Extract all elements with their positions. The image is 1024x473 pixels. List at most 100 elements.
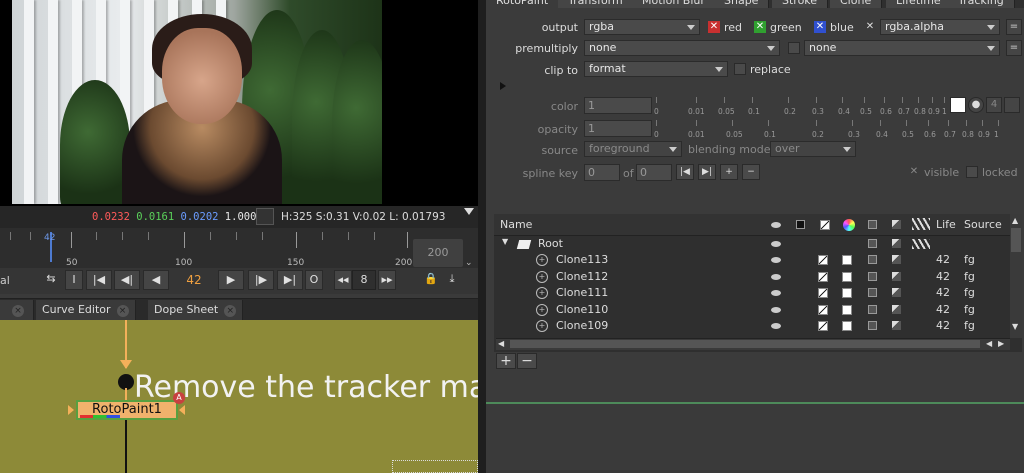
- prop-tab-transform[interactable]: Transform: [558, 0, 634, 8]
- clip-to-dropdown[interactable]: format: [584, 61, 728, 77]
- premultiply-dropdown[interactable]: none: [584, 40, 780, 56]
- timeline-range-dropdown[interactable]: al: [0, 274, 10, 287]
- blending-mode-dropdown[interactable]: over: [770, 141, 856, 157]
- delete-key-icon[interactable]: −: [742, 164, 760, 180]
- color-channels-button[interactable]: 4: [986, 97, 1002, 113]
- visibility-column-eye-icon[interactable]: [771, 222, 781, 228]
- overlay-icon[interactable]: [868, 304, 877, 314]
- eye-icon[interactable]: [771, 290, 781, 296]
- output-dropdown[interactable]: rgba: [584, 19, 700, 35]
- blend-icon[interactable]: [892, 271, 901, 281]
- tab-node-graph[interactable]: ×: [0, 300, 34, 320]
- close-icon[interactable]: ×: [116, 305, 129, 317]
- panel-divider[interactable]: [478, 0, 486, 473]
- overlay-icon[interactable]: [868, 239, 877, 248]
- opacity-slider[interactable]: 0 0.01 0.05 0.1 0.2 0.3 0.4 0.5 0.6 0.7 …: [654, 120, 1002, 142]
- spline-key-field[interactable]: 0: [584, 164, 620, 181]
- scroll-left-icon[interactable]: ◀: [986, 339, 992, 348]
- prop-tab-clone[interactable]: Clone: [830, 0, 883, 8]
- next-key-icon[interactable]: ▶|: [698, 164, 716, 180]
- color-swatch-icon[interactable]: [842, 271, 852, 282]
- invert-icon[interactable]: [818, 321, 828, 331]
- goto-end-button[interactable]: ▶|: [277, 270, 303, 290]
- source-dropdown[interactable]: foreground: [584, 141, 682, 157]
- goto-start-button[interactable]: |◀: [86, 270, 112, 290]
- step-forward-button[interactable]: ▸▸: [378, 270, 396, 290]
- color-wheel-button[interactable]: [1004, 97, 1020, 113]
- color-swatch-icon[interactable]: [842, 288, 852, 298]
- loop-icon[interactable]: ⇆: [40, 270, 62, 290]
- vertical-scroll-thumb[interactable]: [1011, 228, 1021, 252]
- eye-icon[interactable]: [771, 306, 781, 313]
- close-icon[interactable]: ×: [224, 305, 237, 317]
- remove-shape-button[interactable]: −: [517, 353, 537, 369]
- add-shape-button[interactable]: +: [496, 353, 516, 369]
- red-channel-checkbox[interactable]: ✕: [708, 21, 720, 33]
- expand-chevron-icon[interactable]: ⌄: [465, 258, 473, 268]
- prop-tab-motion-blur[interactable]: Motion Blur: [632, 0, 716, 8]
- scroll-down-icon[interactable]: ▼: [1012, 322, 1018, 331]
- blend-icon[interactable]: [892, 304, 901, 314]
- color-picker-icon[interactable]: ●: [968, 97, 984, 113]
- info-menu-arrow-icon[interactable]: [464, 208, 474, 215]
- premultiply-channel-dropdown[interactable]: none: [804, 40, 1000, 56]
- scroll-left-icon[interactable]: ◀: [498, 339, 504, 348]
- sticky-note-text[interactable]: Remove the tracker ma: [134, 370, 487, 405]
- collapse-triangle-icon[interactable]: ▼: [502, 237, 508, 246]
- step-back-button[interactable]: ◂◂: [334, 270, 352, 290]
- scroll-up-icon[interactable]: ▲: [1012, 216, 1018, 225]
- eye-icon[interactable]: [771, 273, 781, 280]
- opacity-field[interactable]: 1: [584, 120, 652, 137]
- link-button[interactable]: =: [1006, 19, 1022, 35]
- blend-icon[interactable]: [892, 255, 901, 264]
- prev-keyframe-button[interactable]: ◀|: [114, 270, 140, 290]
- close-icon[interactable]: ×: [12, 305, 24, 317]
- end-frame-field[interactable]: 200: [413, 239, 463, 267]
- table-row-root[interactable]: ▼ Root: [496, 237, 1008, 253]
- overlay-icon[interactable]: [868, 321, 877, 330]
- play-backward-button[interactable]: ◀: [143, 270, 169, 290]
- scroll-right-icon[interactable]: ▶: [998, 339, 1004, 348]
- prop-tab-stroke[interactable]: Stroke: [772, 0, 829, 8]
- overlay-icon[interactable]: [868, 288, 877, 297]
- prop-tab-tracking[interactable]: Tracking: [948, 0, 1015, 8]
- next-keyframe-button[interactable]: |▶: [248, 270, 274, 290]
- color-swatch-button[interactable]: [950, 97, 966, 113]
- prop-tab-lifetime[interactable]: Lifetime: [886, 0, 952, 8]
- blue-channel-checkbox[interactable]: ✕: [814, 21, 826, 33]
- invert-icon[interactable]: [818, 304, 828, 315]
- backdrop-node[interactable]: [392, 460, 478, 473]
- premultiply-checkbox[interactable]: [788, 42, 800, 54]
- invert-column-icon[interactable]: [820, 220, 830, 230]
- tab-dope-sheet[interactable]: Dope Sheet ×: [148, 300, 244, 320]
- visible-checkbox[interactable]: ✕: [908, 166, 920, 178]
- horizontal-scroll-thumb[interactable]: [510, 340, 980, 348]
- replace-checkbox[interactable]: [734, 63, 746, 75]
- add-key-icon[interactable]: +: [720, 164, 738, 180]
- table-row[interactable]: + Clone109 42 fg: [496, 319, 1008, 335]
- out-point-button[interactable]: O: [305, 270, 323, 290]
- eye-icon[interactable]: [771, 241, 781, 247]
- spline-key-total-field[interactable]: 0: [636, 164, 672, 181]
- prop-tab-shape[interactable]: Shape: [714, 0, 770, 8]
- current-frame-field[interactable]: 42: [174, 270, 214, 290]
- color-slider[interactable]: 0 0.01 0.05 0.1 0.2 0.3 0.4 0.5 0.6 0.7 …: [654, 97, 947, 119]
- color-column-icon[interactable]: [843, 219, 855, 231]
- color-swatch-icon[interactable]: [842, 255, 852, 265]
- tab-curve-editor[interactable]: Curve Editor ×: [36, 300, 136, 320]
- eye-icon[interactable]: [771, 257, 781, 263]
- in-point-button[interactable]: I: [65, 270, 83, 290]
- motion-blur-column-icon[interactable]: [912, 218, 930, 230]
- prop-tab-rotopaint[interactable]: RotoPaint: [486, 0, 560, 8]
- playback-mode-icon[interactable]: ⤓: [442, 270, 462, 290]
- column-name-header[interactable]: Name: [500, 218, 532, 231]
- alpha-channel-checkbox[interactable]: ✕: [864, 21, 876, 33]
- table-row[interactable]: + Clone111 42 fg: [496, 286, 1008, 302]
- alpha-dropdown[interactable]: rgba.alpha: [880, 19, 1000, 35]
- color-field[interactable]: 1: [584, 97, 652, 114]
- viewer-panel[interactable]: [0, 0, 480, 206]
- overlay-icon[interactable]: [868, 255, 877, 264]
- blend-icon[interactable]: [892, 321, 901, 330]
- column-life-header[interactable]: Life: [936, 218, 956, 231]
- blend-icon[interactable]: [892, 288, 901, 297]
